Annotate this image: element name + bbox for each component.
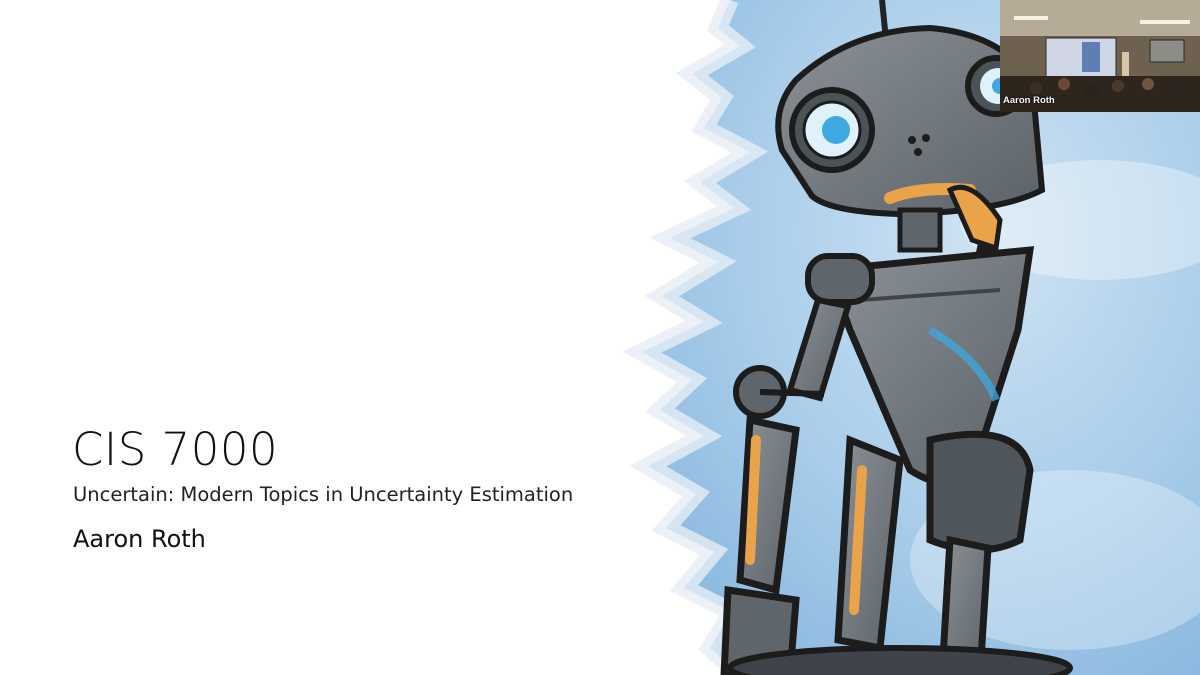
participant-video-tile[interactable]: Aaron Roth xyxy=(1000,0,1200,112)
course-code-title: CIS 7000 xyxy=(72,423,279,476)
course-subtitle: Uncertain: Modern Topics in Uncertainty … xyxy=(73,483,574,506)
author-name: Aaron Roth xyxy=(73,525,206,553)
participant-name-label: Aaron Roth xyxy=(1003,95,1055,106)
slide-canvas: CIS 7000 Uncertain: Modern Topics in Unc… xyxy=(0,0,1200,675)
